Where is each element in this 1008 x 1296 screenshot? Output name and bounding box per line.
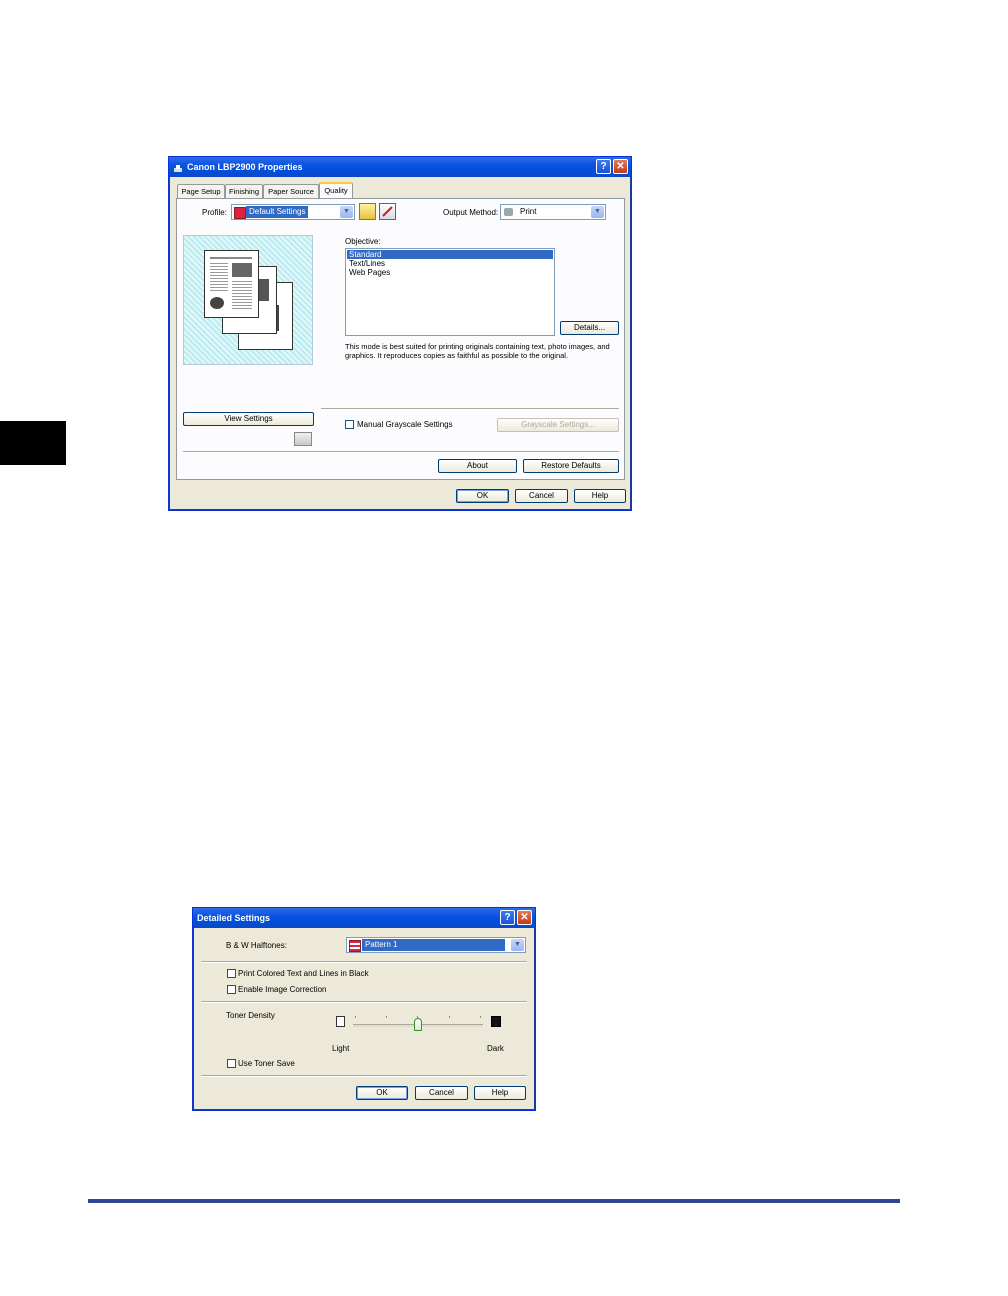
halftones-label: B & W Halftones:	[226, 941, 287, 950]
chevron-down-icon: ▼	[511, 939, 524, 951]
toner-save-checkbox[interactable]	[227, 1059, 236, 1068]
restore-defaults-button[interactable]: Restore Defaults	[523, 459, 619, 473]
view-settings-button[interactable]: View Settings	[183, 412, 314, 426]
objective-list[interactable]: Standard Text/Lines Web Pages	[345, 248, 555, 336]
grayscale-settings-button[interactable]: Grayscale Settings...	[497, 418, 619, 432]
detailed-settings-dialog: Detailed Settings ? ✕ B & W Halftones: P…	[192, 907, 536, 1111]
properties-title: Canon LBP2900 Properties	[187, 162, 303, 172]
help-button[interactable]: Help	[574, 489, 626, 503]
detailed-titlebar[interactable]: Detailed Settings ? ✕	[193, 908, 535, 928]
output-method-combo[interactable]: Print ▼	[500, 204, 606, 220]
preview-image	[183, 235, 313, 365]
divider	[201, 1001, 527, 1003]
divider	[183, 451, 619, 453]
chapter-side-tab	[0, 421, 66, 465]
ok-button[interactable]: OK	[356, 1086, 408, 1100]
image-correction-checkbox[interactable]	[227, 985, 236, 994]
list-item-web-pages[interactable]: Web Pages	[349, 268, 390, 277]
edit-profile-icon[interactable]	[379, 203, 396, 220]
profile-combo[interactable]: Default Settings ▼	[231, 204, 355, 220]
details-button[interactable]: Details...	[560, 321, 619, 335]
tab-paper-source[interactable]: Paper Source	[263, 184, 319, 198]
profile-label: Profile:	[202, 208, 227, 217]
cancel-button[interactable]: Cancel	[515, 489, 568, 503]
properties-titlebar[interactable]: Canon LBP2900 Properties ? ✕	[169, 157, 631, 177]
manual-grayscale-label: Manual Grayscale Settings	[357, 420, 453, 429]
halftones-value: Pattern 1	[362, 939, 505, 951]
tab-quality[interactable]: Quality	[319, 182, 353, 199]
toner-density-slider[interactable]	[353, 1016, 483, 1031]
footer-rule	[88, 1199, 900, 1203]
properties-dialog: Canon LBP2900 Properties ? ✕ Page Setup …	[168, 156, 632, 511]
close-title-button[interactable]: ✕	[517, 910, 532, 925]
tab-page-setup[interactable]: Page Setup	[177, 184, 225, 198]
manual-grayscale-checkbox[interactable]	[345, 420, 354, 429]
output-method-value: Print	[520, 207, 537, 216]
print-colored-label: Print Colored Text and Lines in Black	[238, 969, 369, 978]
divider	[321, 408, 619, 410]
toner-density-label: Toner Density	[226, 1011, 275, 1020]
help-title-button[interactable]: ?	[500, 910, 515, 925]
list-item-standard[interactable]: Standard	[347, 250, 553, 259]
add-profile-icon[interactable]	[359, 203, 376, 220]
print-colored-checkbox[interactable]	[227, 969, 236, 978]
divider	[201, 1075, 527, 1077]
output-method-label: Output Method:	[443, 208, 499, 217]
help-title-button[interactable]: ?	[596, 159, 611, 174]
print-preview-icon[interactable]	[294, 432, 312, 446]
detailed-title: Detailed Settings	[197, 913, 271, 923]
tab-finishing[interactable]: Finishing	[225, 184, 263, 198]
objective-description: This mode is best suited for printing or…	[345, 342, 610, 360]
light-label: Light	[332, 1044, 350, 1053]
profile-value: Default Settings	[246, 206, 309, 218]
halftones-combo[interactable]: Pattern 1 ▼	[346, 937, 526, 953]
cancel-button[interactable]: Cancel	[415, 1086, 468, 1100]
ok-button[interactable]: OK	[456, 489, 509, 503]
chevron-down-icon: ▼	[340, 206, 353, 218]
list-item-text-lines[interactable]: Text/Lines	[349, 259, 385, 268]
preview-page-1	[204, 250, 259, 318]
profile-icon	[234, 207, 246, 219]
image-correction-label: Enable Image Correction	[238, 985, 327, 994]
printer-icon	[504, 208, 513, 216]
help-button[interactable]: Help	[474, 1086, 526, 1100]
dark-label: Dark	[487, 1044, 504, 1053]
light-page-icon	[336, 1016, 345, 1027]
chevron-down-icon: ▼	[591, 206, 604, 218]
divider	[201, 961, 527, 963]
about-button[interactable]: About	[438, 459, 517, 473]
close-title-button[interactable]: ✕	[613, 159, 628, 174]
printer-icon	[173, 161, 183, 172]
objective-label: Objective:	[345, 237, 381, 246]
halftone-icon	[349, 940, 361, 952]
slider-thumb[interactable]	[414, 1018, 422, 1031]
toner-save-label: Use Toner Save	[238, 1059, 295, 1068]
dark-page-icon	[491, 1016, 501, 1027]
